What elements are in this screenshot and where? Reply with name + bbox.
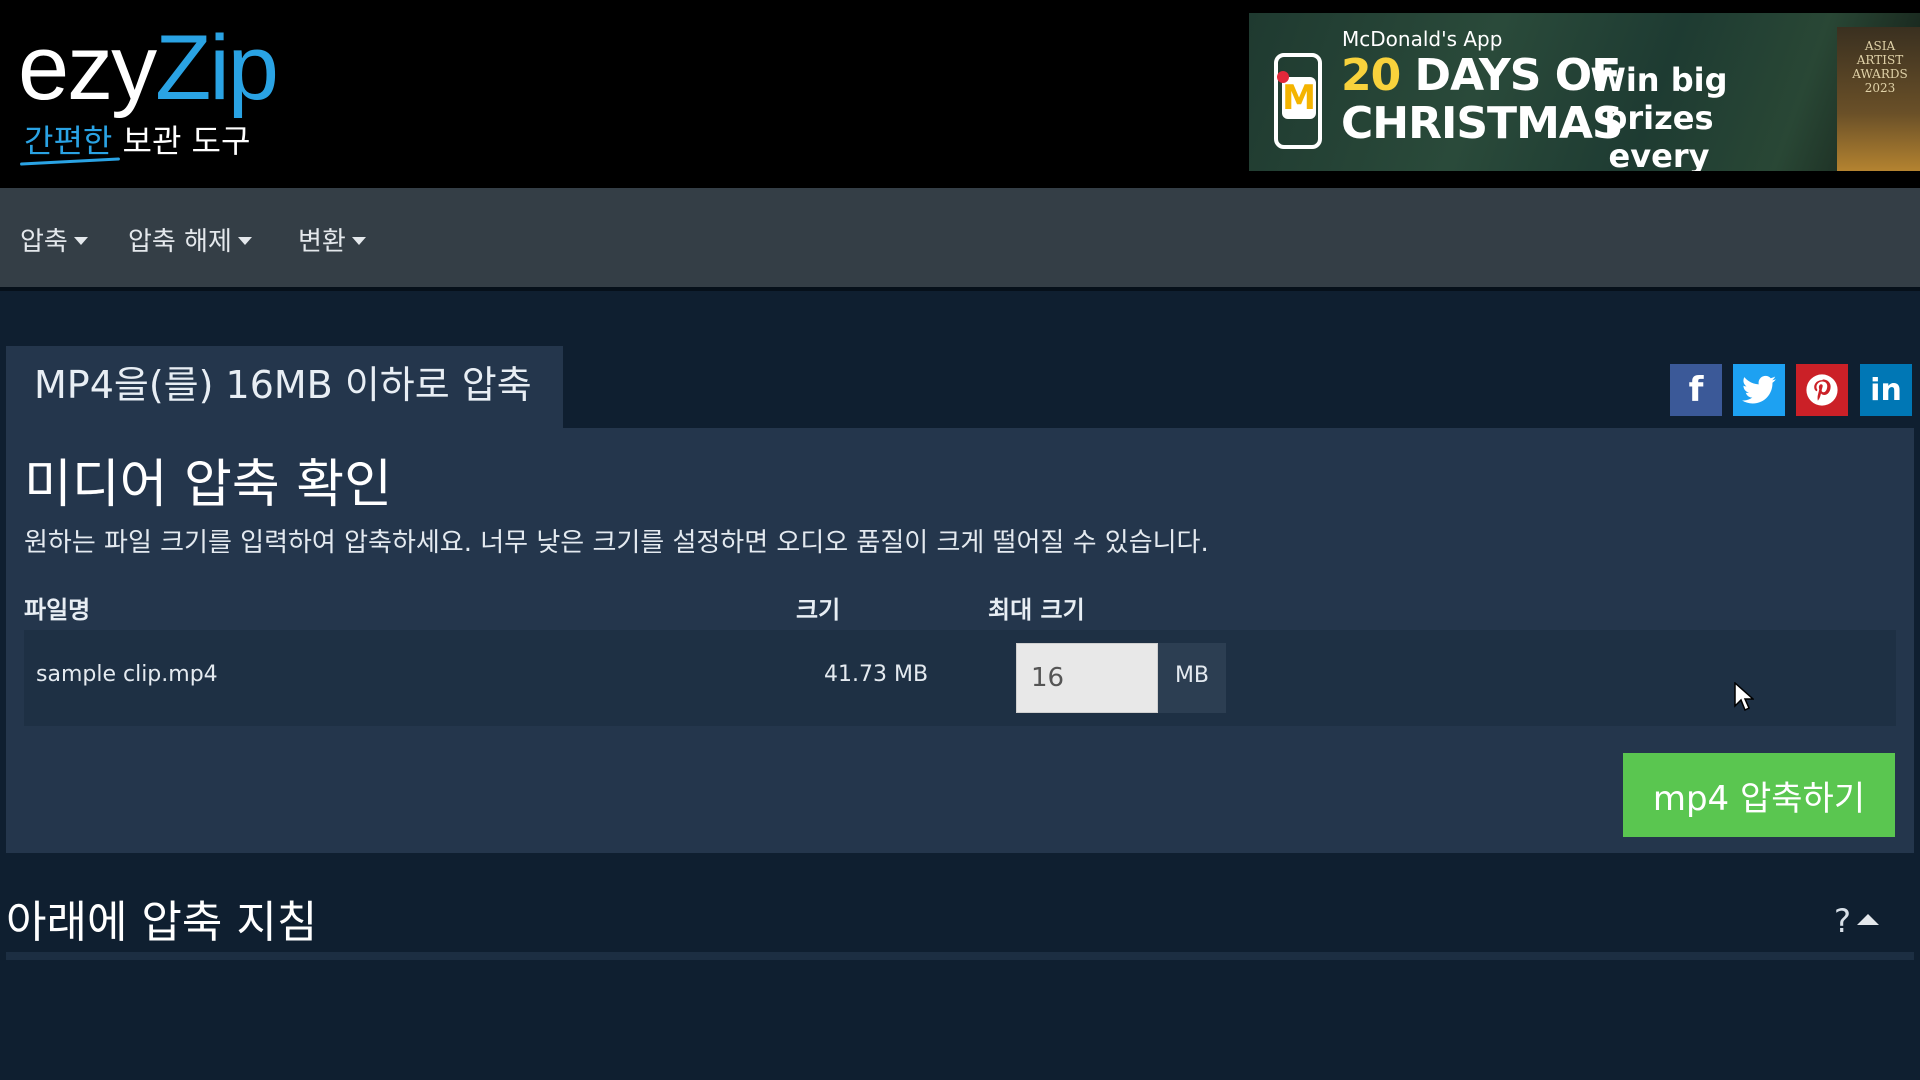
caret-down-icon bbox=[351, 236, 366, 245]
nav-compress[interactable]: 압축 bbox=[20, 221, 88, 258]
file-size: 41.73 MB bbox=[824, 662, 929, 687]
mcdonalds-logo-icon: M bbox=[1282, 77, 1316, 119]
twitter-icon bbox=[1742, 375, 1776, 404]
award-text: ASIA ARTIST AWARDS 2023 bbox=[1852, 39, 1908, 95]
instructions-toggle[interactable]: ? bbox=[1834, 902, 1879, 940]
heart-icon bbox=[1277, 71, 1289, 83]
column-header-size: 크기 bbox=[796, 596, 841, 624]
column-header-max-size: 최대 크기 bbox=[988, 596, 1085, 624]
file-row: sample clip.mp4 41.73 MB MB bbox=[24, 630, 1896, 726]
logo-wordmark: ezyZip bbox=[18, 17, 279, 119]
page-title: MP4을(를) 16MB 이하로 압축 bbox=[34, 363, 532, 407]
page-tab: MP4을(를) 16MB 이하로 압축 bbox=[6, 346, 563, 428]
mouse-cursor-icon bbox=[1734, 682, 1754, 712]
nav-extract[interactable]: 압축 해제 bbox=[128, 221, 252, 258]
compression-panel: 미디어 압축 확인 원하는 파일 크기를 입력하여 압축하세요. 너무 낮은 크… bbox=[6, 428, 1914, 853]
twitter-share-button[interactable] bbox=[1733, 364, 1785, 416]
max-size-input[interactable] bbox=[1016, 643, 1158, 713]
linkedin-share-button[interactable]: in bbox=[1860, 364, 1912, 416]
instructions-heading: 아래에 압축 지침 bbox=[6, 897, 318, 948]
column-header-filename: 파일명 bbox=[24, 596, 91, 624]
site-logo[interactable]: ezyZip 간편한 보관 도구 bbox=[18, 17, 279, 166]
logo-tagline: 간편한 보관 도구 bbox=[18, 116, 277, 166]
ad-prize-text: Win big prizes every week! bbox=[1590, 61, 1728, 171]
main-nav: 압축 압축 해제 변환 bbox=[0, 188, 1920, 287]
site-header: ezyZip 간편한 보관 도구 M McDonald's App 20 DAY… bbox=[0, 0, 1920, 188]
caret-down-icon bbox=[73, 236, 88, 245]
panel-description: 원하는 파일 크기를 입력하여 압축하세요. 너무 낮은 크기를 설정하면 오디… bbox=[24, 528, 1209, 558]
panel-title: 미디어 압축 확인 bbox=[24, 455, 392, 515]
compress-mp4-button[interactable]: mp4 압축하기 bbox=[1623, 753, 1895, 837]
help-icon: ? bbox=[1834, 902, 1851, 940]
file-name: sample clip.mp4 bbox=[36, 662, 218, 687]
facebook-icon: f bbox=[1688, 370, 1704, 410]
caret-down-icon bbox=[237, 236, 252, 245]
size-unit-label: MB bbox=[1158, 643, 1226, 713]
ad-app-label: McDonald's App bbox=[1342, 27, 1503, 51]
advertisement-banner[interactable]: M McDonald's App 20 DAYS OF CHRISTMAS Wi… bbox=[1249, 13, 1920, 171]
nav-convert[interactable]: 변환 bbox=[298, 221, 366, 258]
instructions-divider bbox=[6, 952, 1914, 960]
nav-divider bbox=[0, 287, 1920, 291]
caret-up-icon bbox=[1856, 913, 1879, 925]
linkedin-icon: in bbox=[1870, 372, 1902, 408]
facebook-share-button[interactable]: f bbox=[1670, 364, 1722, 416]
pinterest-share-button[interactable] bbox=[1796, 364, 1848, 416]
pinterest-icon bbox=[1806, 374, 1838, 406]
